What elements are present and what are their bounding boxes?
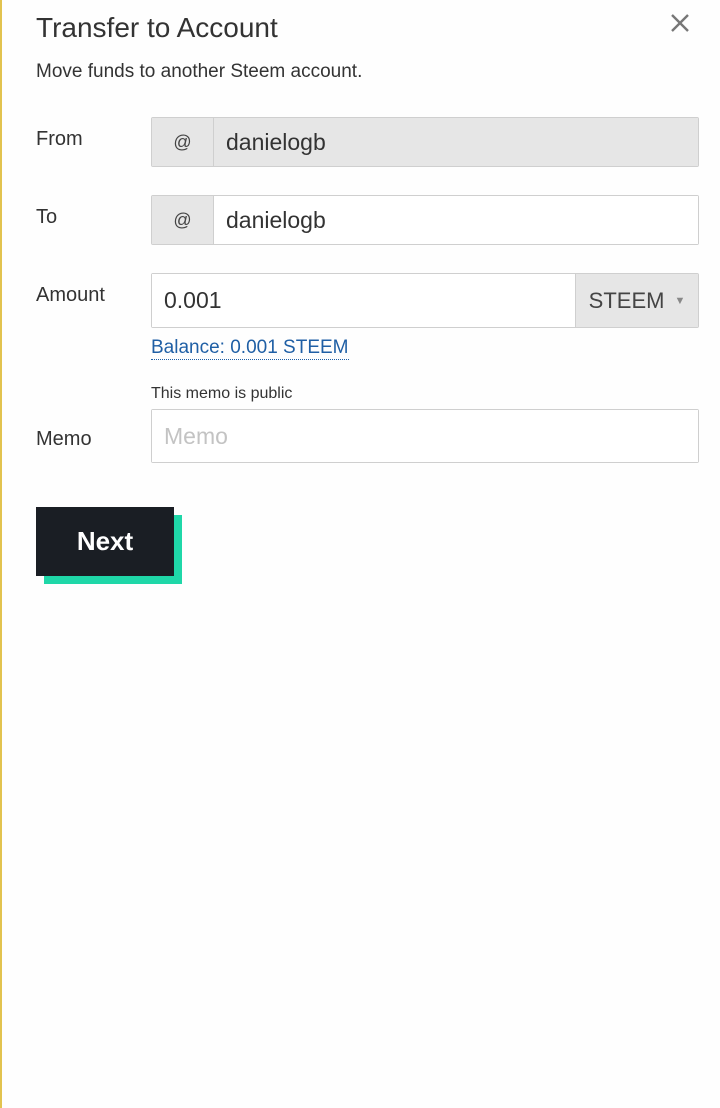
balance-link[interactable]: Balance: 0.001 STEEM: [151, 337, 349, 360]
amount-label: Amount: [36, 284, 105, 306]
asset-select[interactable]: STEEM ▼: [575, 274, 698, 327]
asset-select-value: STEEM: [588, 287, 665, 313]
amount-field-group: STEEM ▼: [151, 273, 699, 328]
to-field-group: @: [151, 195, 699, 245]
memo-input[interactable]: [152, 410, 698, 462]
memo-label: Memo: [36, 428, 92, 450]
close-button[interactable]: [664, 8, 696, 40]
memo-public-note: This memo is public: [151, 385, 293, 402]
amount-input[interactable]: [152, 274, 575, 327]
from-at-prefix: @: [152, 118, 214, 166]
from-input: [214, 118, 698, 166]
from-label: From: [36, 128, 83, 150]
to-at-prefix: @: [152, 196, 214, 244]
close-icon: [671, 14, 689, 32]
to-input[interactable]: [214, 196, 698, 244]
next-button-wrapper: Next: [36, 507, 182, 584]
memo-field-group: [151, 409, 699, 463]
to-label: To: [36, 206, 58, 228]
next-button[interactable]: Next: [36, 507, 174, 576]
modal-title: Transfer to Account: [36, 12, 278, 43]
caret-down-icon: ▼: [674, 294, 686, 307]
from-field-group: @: [151, 117, 699, 167]
transfer-modal: Transfer to Account Move funds to anothe…: [0, 0, 720, 1108]
modal-subtitle: Move funds to another Steem account.: [36, 61, 363, 82]
